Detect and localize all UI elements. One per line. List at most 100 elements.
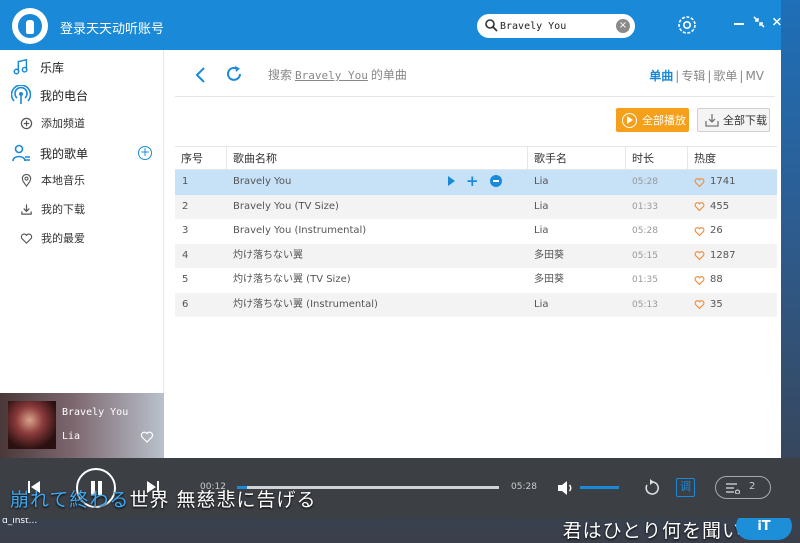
table-row[interactable]: 6 灼け落ちない翼 (Instrumental) Lia 05:13 35 xyxy=(175,292,777,318)
popularity-count: 88 xyxy=(710,274,723,286)
now-playing-card[interactable]: Bravely You Lia xyxy=(0,393,164,458)
play-queue-button[interactable]: 2 xyxy=(715,476,771,499)
sidebar-item-label: 我的最爱 xyxy=(41,232,85,245)
tab-playlists[interactable]: 歌单 xyxy=(713,69,737,83)
download-all-label: 全部下载 xyxy=(723,114,767,127)
sidebar-item-my-playlists[interactable]: 我的歌单 + xyxy=(0,141,164,165)
sidebar-item-downloads[interactable]: 我的下载 xyxy=(0,197,164,221)
row-number: 4 xyxy=(182,249,189,261)
row-number: 1 xyxy=(182,176,189,187)
column-header-artist[interactable]: 歌手名 xyxy=(527,147,625,169)
add-playlist-button[interactable]: + xyxy=(138,146,152,160)
table-header: 序号 歌曲名称 歌手名 时长 热度 xyxy=(175,146,777,170)
add-to-list-icon[interactable]: + xyxy=(466,174,479,189)
download-icon xyxy=(19,202,33,216)
popularity-cell: 88 xyxy=(687,268,777,293)
song-name[interactable]: 灼け落ちない翼 xyxy=(226,244,527,269)
artist-name[interactable]: 多田葵 xyxy=(527,244,625,269)
equalizer-button[interactable]: 调 xyxy=(676,478,695,497)
heart-icon xyxy=(694,202,705,212)
add-channel-icon xyxy=(19,116,33,130)
play-icon[interactable] xyxy=(448,176,455,186)
table-row[interactable]: 1 Bravely You Lia 05:28 1741 + xyxy=(175,170,777,195)
login-link[interactable]: 登录天天动听账号 xyxy=(60,18,164,37)
column-header-duration[interactable]: 时长 xyxy=(625,147,687,169)
minimize-icon[interactable] xyxy=(731,14,747,30)
sidebar-item-local-music[interactable]: 本地音乐 xyxy=(0,168,164,192)
search-icon[interactable] xyxy=(484,18,498,32)
popularity-cell: 1741 xyxy=(687,170,777,195)
sidebar-item-label: 我的电台 xyxy=(40,88,89,103)
crumb-prefix: 搜索 xyxy=(268,68,293,82)
song-duration: 05:28 xyxy=(632,226,658,236)
search-box[interactable]: × xyxy=(477,14,635,38)
now-playing-title: Bravely You xyxy=(62,407,129,418)
tab-separator: | xyxy=(739,69,744,83)
table-row[interactable]: 4 灼け落ちない翼 多田葵 05:15 1287 xyxy=(175,243,777,269)
song-name[interactable]: Bravely You (TV Size) xyxy=(226,195,527,220)
app-logo[interactable] xyxy=(12,8,48,44)
music-app-window: 登录天天动听账号 × xyxy=(0,0,781,518)
column-header-popularity[interactable]: 热度 xyxy=(687,147,777,169)
minimize-glyph-icon xyxy=(734,23,744,25)
popularity-count: 1287 xyxy=(710,249,736,261)
settings-gear-icon[interactable] xyxy=(676,14,698,36)
album-cover[interactable] xyxy=(8,401,56,449)
lyric-rest-part: 世界 無慈悲に告げる xyxy=(129,489,317,511)
heart-icon xyxy=(694,251,705,261)
restore-icon[interactable] xyxy=(751,14,767,30)
sidebar-item-library[interactable]: 乐库 xyxy=(0,55,164,79)
popularity-cell: 35 xyxy=(687,293,777,318)
song-name[interactable]: 灼け落ちない翼 (Instrumental) xyxy=(226,293,527,318)
repeat-icon[interactable] xyxy=(643,479,661,497)
search-results-panel: 搜索 Bravely You 的单曲 单曲 | 专辑 | 歌单 | MV 全部播放 全部下载 序… xyxy=(165,50,781,458)
search-input[interactable] xyxy=(500,17,610,35)
refresh-icon[interactable] xyxy=(225,65,243,83)
table-row[interactable]: 2 Bravely You (TV Size) Lia 01:33 455 xyxy=(175,194,777,220)
artist-name[interactable]: 多田葵 xyxy=(527,268,625,293)
back-arrow-icon[interactable] xyxy=(193,66,209,84)
clear-search-icon[interactable]: × xyxy=(616,19,630,33)
volume-slider[interactable] xyxy=(580,486,619,489)
song-name[interactable]: Bravely You (Instrumental) xyxy=(226,219,527,244)
heart-icon xyxy=(694,177,705,188)
download-all-button[interactable]: 全部下载 xyxy=(697,108,770,132)
sidebar-item-label: 我的歌单 xyxy=(40,146,89,161)
table-row[interactable]: 5 灼け落ちない翼 (TV Size) 多田葵 01:35 88 xyxy=(175,268,777,293)
favorite-heart-icon[interactable] xyxy=(140,430,154,444)
column-header-number[interactable]: 序号 xyxy=(175,147,226,169)
song-duration: 05:28 xyxy=(632,177,658,187)
popularity-cell: 26 xyxy=(687,219,777,244)
close-window-icon[interactable] xyxy=(770,14,786,30)
song-name[interactable]: 灼け落ちない翼 (TV Size) xyxy=(226,268,527,293)
tab-songs[interactable]: 单曲 xyxy=(649,69,673,83)
sidebar-item-my-radio[interactable]: 我的电台 xyxy=(0,83,164,107)
play-all-button[interactable]: 全部播放 xyxy=(616,108,689,132)
song-duration: 01:33 xyxy=(632,201,658,212)
popularity-count: 455 xyxy=(710,200,730,212)
play-all-label: 全部播放 xyxy=(642,114,686,127)
volume-icon[interactable] xyxy=(557,480,575,496)
artist-name[interactable]: Lia xyxy=(527,219,625,244)
sidebar-item-label: 我的下载 xyxy=(41,203,85,216)
more-options-icon[interactable] xyxy=(489,175,502,187)
heart-icon xyxy=(19,231,33,245)
tab-albums[interactable]: 专辑 xyxy=(681,69,705,83)
sidebar-item-favorites[interactable]: 我的最爱 xyxy=(0,226,164,250)
restore-glyph-icon xyxy=(753,16,765,28)
popularity-count: 1741 xyxy=(710,176,736,188)
heart-icon xyxy=(694,275,705,286)
song-duration: 05:15 xyxy=(632,250,658,261)
column-header-title[interactable]: 歌曲名称 xyxy=(226,147,527,169)
artist-name[interactable]: Lia xyxy=(527,170,625,195)
sidebar-item-add-channel[interactable]: 添加频道 xyxy=(0,111,164,135)
popularity-count: 26 xyxy=(710,225,723,237)
artist-name[interactable]: Lia xyxy=(527,195,625,220)
radio-icon xyxy=(10,84,32,106)
table-row[interactable]: 3 Bravely You (Instrumental) Lia 05:28 2… xyxy=(175,219,777,244)
tab-mv[interactable]: MV xyxy=(745,69,764,83)
playlist-user-icon xyxy=(10,142,32,164)
crumb-suffix: 的单曲 xyxy=(370,68,407,82)
table-body: 1 Bravely You Lia 05:28 1741 + 2 Bravely… xyxy=(175,170,777,317)
artist-name[interactable]: Lia xyxy=(527,293,625,318)
